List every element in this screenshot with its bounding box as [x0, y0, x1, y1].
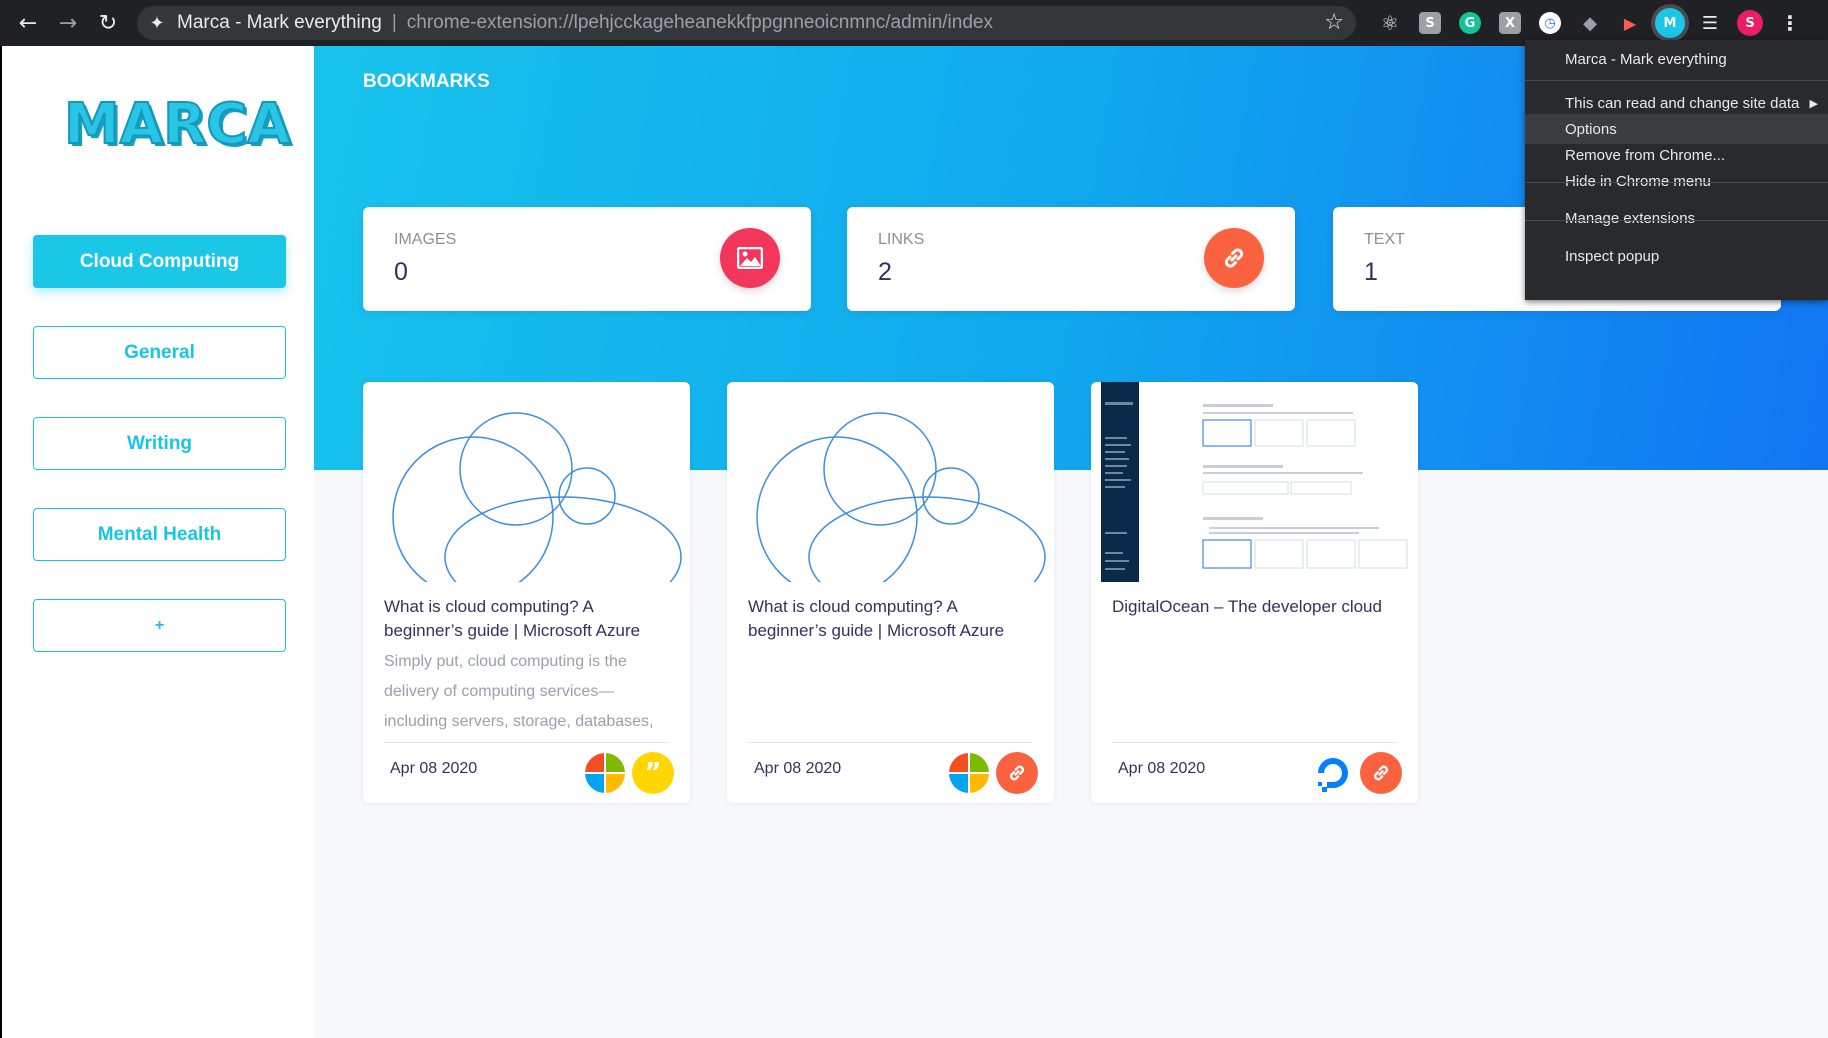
stat-label: LINKS	[878, 231, 925, 248]
card-date: Apr 08 2020	[390, 760, 478, 777]
stat-card-images[interactable]: IMAGES 0	[363, 207, 811, 311]
microsoft-icon[interactable]	[948, 752, 990, 794]
category-mental-health[interactable]: Mental Health	[33, 508, 286, 561]
stat-card-links[interactable]: LINKS 2	[847, 207, 1295, 311]
stat-label: TEXT	[1364, 231, 1405, 248]
card-footer: Apr 08 2020 ”	[384, 742, 674, 803]
marca-logo[interactable]: MARCA	[63, 91, 292, 158]
menu-item-hide[interactable]: Hide in Chrome menu	[1525, 166, 1828, 196]
submenu-arrow-icon: ▶	[1809, 96, 1818, 110]
card-footer: Apr 08 2020	[1112, 742, 1402, 803]
puzzle-icon: ✦	[149, 12, 165, 34]
address-separator: |	[391, 12, 397, 33]
url-text[interactable]: chrome-extension://lpehjcckageheanekkfpp…	[407, 12, 993, 34]
add-category-button[interactable]: +	[33, 599, 286, 652]
reload-icon[interactable]: ↻	[88, 0, 128, 46]
card-thumbnail	[727, 382, 1054, 582]
category-cloud-computing[interactable]: Cloud Computing	[33, 235, 286, 288]
sidebar: MARCA Cloud Computing General Writing Me…	[0, 46, 314, 1038]
bookmark-card[interactable]: DigitalOcean – The developer cloud Apr 0…	[1091, 382, 1418, 803]
card-description: Simply put, cloud computing is the deliv…	[384, 653, 654, 730]
stat-value: 1	[1364, 258, 1378, 286]
link-icon	[1204, 228, 1264, 288]
menu-item-manage-extensions[interactable]: Manage extensions	[1525, 203, 1828, 233]
react-icon[interactable]: ⚛	[1370, 0, 1410, 46]
digitalocean-icon[interactable]	[1312, 752, 1354, 794]
bookmark-card[interactable]: What is cloud computing? A beginner’s gu…	[363, 382, 690, 803]
stat-label: IMAGES	[394, 231, 457, 248]
card-description	[1112, 647, 1402, 741]
card-title[interactable]: What is cloud computing? A beginner’s gu…	[748, 595, 1038, 643]
card-thumbnail	[363, 382, 690, 582]
link-icon[interactable]	[996, 752, 1038, 794]
card-date: Apr 08 2020	[1118, 760, 1206, 777]
stat-value: 0	[394, 258, 408, 286]
menu-divider	[1525, 80, 1828, 81]
grammarly-icon[interactable]: G	[1450, 0, 1490, 46]
category-general[interactable]: General	[33, 326, 286, 379]
link-icon[interactable]	[1360, 752, 1402, 794]
card-footer: Apr 08 2020	[748, 742, 1038, 803]
quote-icon[interactable]: ”	[632, 752, 674, 794]
card-description	[748, 647, 1038, 741]
back-icon[interactable]: ←	[8, 0, 48, 46]
page-title: BOOKMARKS	[363, 71, 490, 92]
s-extension-icon[interactable]: S	[1410, 0, 1450, 46]
card-date: Apr 08 2020	[754, 760, 842, 777]
microsoft-icon[interactable]	[584, 752, 626, 794]
card-thumbnail	[1091, 382, 1418, 582]
category-writing[interactable]: Writing	[33, 417, 286, 470]
forward-icon[interactable]: →	[48, 0, 88, 46]
card-title[interactable]: DigitalOcean – The developer cloud	[1112, 595, 1402, 619]
image-icon	[720, 228, 780, 288]
star-icon[interactable]: ☆	[1324, 10, 1344, 35]
menu-item-inspect-popup[interactable]: Inspect popup	[1525, 241, 1828, 271]
card-title[interactable]: What is cloud computing? A beginner’s gu…	[384, 595, 674, 643]
menu-header[interactable]: Marca - Mark everything	[1525, 44, 1828, 74]
x-extension-icon[interactable]: X	[1490, 0, 1530, 46]
menu-divider	[1525, 182, 1828, 183]
stat-value: 2	[878, 258, 892, 286]
menu-divider	[1525, 220, 1828, 221]
address-bar[interactable]: ✦ Marca - Mark everything | chrome-exten…	[137, 6, 1356, 40]
site-title: Marca - Mark everything	[177, 12, 382, 33]
extension-context-menu: Marca - Mark everything This can read an…	[1525, 40, 1828, 300]
menu-item-label: This can read and change site data	[1565, 94, 1800, 112]
bookmark-card[interactable]: What is cloud computing? A beginner’s gu…	[727, 382, 1054, 803]
